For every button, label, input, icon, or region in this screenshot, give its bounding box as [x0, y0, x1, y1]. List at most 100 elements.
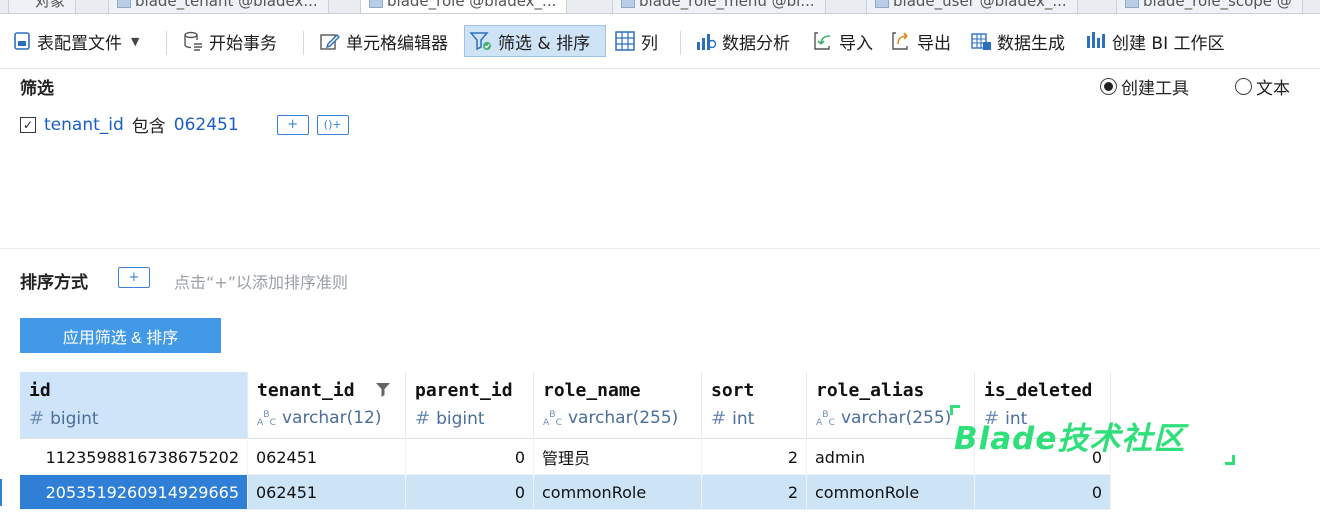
tab-label: blade_user @bladex_... — [893, 0, 1067, 10]
begin-transaction-label: 开始事务 — [209, 33, 277, 54]
filter-sort-icon — [469, 32, 491, 51]
column-header-role-alias[interactable]: role_alias ABC varchar(255) — [807, 372, 975, 439]
toolbar-divider — [303, 31, 304, 55]
column-type-label: bigint — [436, 408, 485, 429]
mode-text-radio[interactable]: 文本 — [1235, 74, 1290, 99]
data-generate-label: 数据生成 — [997, 33, 1065, 54]
column-header-role-name[interactable]: role_name ABC varchar(255) — [534, 372, 702, 439]
plus-icon: + — [287, 117, 299, 132]
create-bi-workspace-button[interactable]: 创建 BI 工作区 — [1081, 25, 1228, 57]
cell-id[interactable]: 2053519260914929665 — [20, 475, 248, 510]
data-analysis-button[interactable]: 数据分析 — [691, 25, 794, 57]
tab-blade-role-scope[interactable]: blade_role_scope @ — [1116, 0, 1303, 13]
cell-tenant-id[interactable]: 062451 — [248, 440, 406, 475]
column-type: ABC varchar(255) — [543, 408, 678, 428]
export-button[interactable]: 导出 — [886, 25, 955, 57]
table-icon — [621, 0, 635, 8]
tab-blade-user[interactable]: blade_user @bladex_... — [866, 0, 1078, 13]
text-type-icon: ABC — [543, 408, 562, 428]
filter-field-link[interactable]: tenant_id — [44, 115, 124, 135]
column-name: parent_id — [415, 380, 513, 401]
mode-text-label: 文本 — [1256, 79, 1290, 99]
grid-columns-icon — [615, 31, 635, 51]
row-selection-marker — [0, 475, 5, 510]
filter-value-link[interactable]: 062451 — [174, 115, 239, 135]
database-transaction-icon — [184, 31, 202, 51]
sort-hint-text: 点击“+”以添加排序准则 — [174, 273, 348, 292]
sort-section-title: 排序方式 — [20, 273, 88, 293]
column-name: id — [29, 380, 51, 401]
filter-sort-label: 筛选 & 排序 — [498, 33, 591, 54]
export-label: 导出 — [917, 33, 951, 54]
column-filter-icon — [376, 383, 390, 397]
cell-role-alias[interactable]: commonRole — [807, 475, 975, 510]
cell-role-name[interactable]: 管理员 — [534, 440, 702, 475]
config-file-button[interactable]: 表配置文件 ▼ — [8, 25, 143, 57]
cell-role-name[interactable]: commonRole — [534, 475, 702, 510]
tab-label: blade_role @bladex_... — [387, 0, 557, 10]
filter-sort-button[interactable]: 筛选 & 排序 — [464, 25, 606, 57]
number-type-icon: # — [29, 408, 45, 429]
column-type-label: int — [732, 408, 755, 429]
tab-blade-tenant[interactable]: blade_tenant @bladex... — [108, 0, 329, 13]
add-sort-rule-button[interactable]: + — [118, 267, 150, 288]
column-name: role_alias — [816, 380, 925, 401]
radio-unselected-icon — [1235, 78, 1252, 95]
column-header-sort[interactable]: sort # int — [702, 372, 807, 439]
tab-label: blade_tenant @bladex... — [135, 0, 318, 10]
filter-operator-link[interactable]: 包含 — [132, 112, 166, 137]
cell-id[interactable]: 1123598816738675202 — [20, 440, 248, 475]
add-filter-rule-button[interactable]: + — [276, 114, 309, 135]
config-file-label: 表配置文件 — [37, 33, 122, 54]
cell-sort[interactable]: 2 — [702, 475, 807, 510]
tab-blade-role-menu[interactable]: blade_role_menu @bl... — [612, 0, 826, 13]
table-icon — [117, 0, 131, 8]
tab-blade-role[interactable]: blade_role @bladex_... — [360, 0, 568, 13]
column-header-id[interactable]: id # bigint — [20, 372, 248, 439]
import-button[interactable]: 导入 — [808, 25, 877, 57]
group-plus-icon: ()+ — [323, 118, 342, 131]
column-name: tenant_id — [257, 380, 355, 401]
toolbar-divider — [166, 31, 167, 55]
text-type-icon: ABC — [257, 408, 276, 428]
text-type-icon: ABC — [816, 408, 835, 428]
plus-icon: + — [128, 270, 140, 285]
add-filter-group-button[interactable]: ()+ — [316, 114, 349, 135]
filter-rule-checkbox[interactable]: ✓ — [20, 116, 36, 133]
number-type-icon: # — [415, 408, 431, 429]
cell-is-deleted[interactable]: 0 — [975, 475, 1111, 510]
column-name: role_name — [543, 380, 641, 401]
table-icon — [369, 0, 383, 8]
cell-parent-id[interactable]: 0 — [406, 475, 534, 510]
cell-role-alias[interactable]: admin — [807, 440, 975, 475]
cell-parent-id[interactable]: 0 — [406, 440, 534, 475]
table-icon — [1125, 0, 1139, 8]
apply-filter-sort-button[interactable]: 应用筛选 & 排序 — [20, 318, 221, 353]
filter-rule-row: ✓ tenant_id 包含 062451 + ()+ — [20, 112, 349, 137]
cell-is-deleted[interactable]: 0 — [975, 440, 1111, 475]
watermark-corner — [1225, 455, 1235, 465]
column-header-tenant-id[interactable]: tenant_id ABC varchar(12) — [248, 372, 406, 439]
column-type-label: varchar(255) — [840, 408, 952, 428]
export-icon — [892, 32, 908, 50]
column-type-label: varchar(255) — [567, 408, 679, 428]
section-divider — [0, 248, 1320, 249]
columns-button[interactable]: 列 — [610, 25, 662, 57]
cell-tenant-id[interactable]: 062451 — [248, 475, 406, 510]
toolbar: 表配置文件 ▼ 开始事务 单元格编辑器 筛选 & 排序 列 数据分析 导入 导出… — [0, 15, 1320, 69]
cell-sort[interactable]: 2 — [702, 440, 807, 475]
tab-label: blade_role_scope @ — [1143, 0, 1292, 10]
column-header-parent-id[interactable]: parent_id # bigint — [406, 372, 534, 439]
column-header-is-deleted[interactable]: is_deleted # int — [975, 372, 1111, 439]
tab-objects[interactable]: 对象 — [8, 0, 77, 13]
column-type-label: varchar(12) — [281, 408, 382, 428]
begin-transaction-button[interactable]: 开始事务 — [178, 25, 281, 57]
mode-builder-radio[interactable]: 创建工具 — [1100, 74, 1189, 99]
column-type: # bigint — [415, 408, 485, 429]
cell-editor-button[interactable]: 单元格编辑器 — [315, 25, 452, 57]
cell-editor-label: 单元格编辑器 — [346, 33, 448, 54]
toolbar-divider — [680, 31, 681, 55]
column-type-label: int — [1005, 408, 1028, 429]
radio-selected-icon — [1100, 78, 1117, 95]
data-generate-button[interactable]: 数据生成 — [966, 25, 1069, 57]
